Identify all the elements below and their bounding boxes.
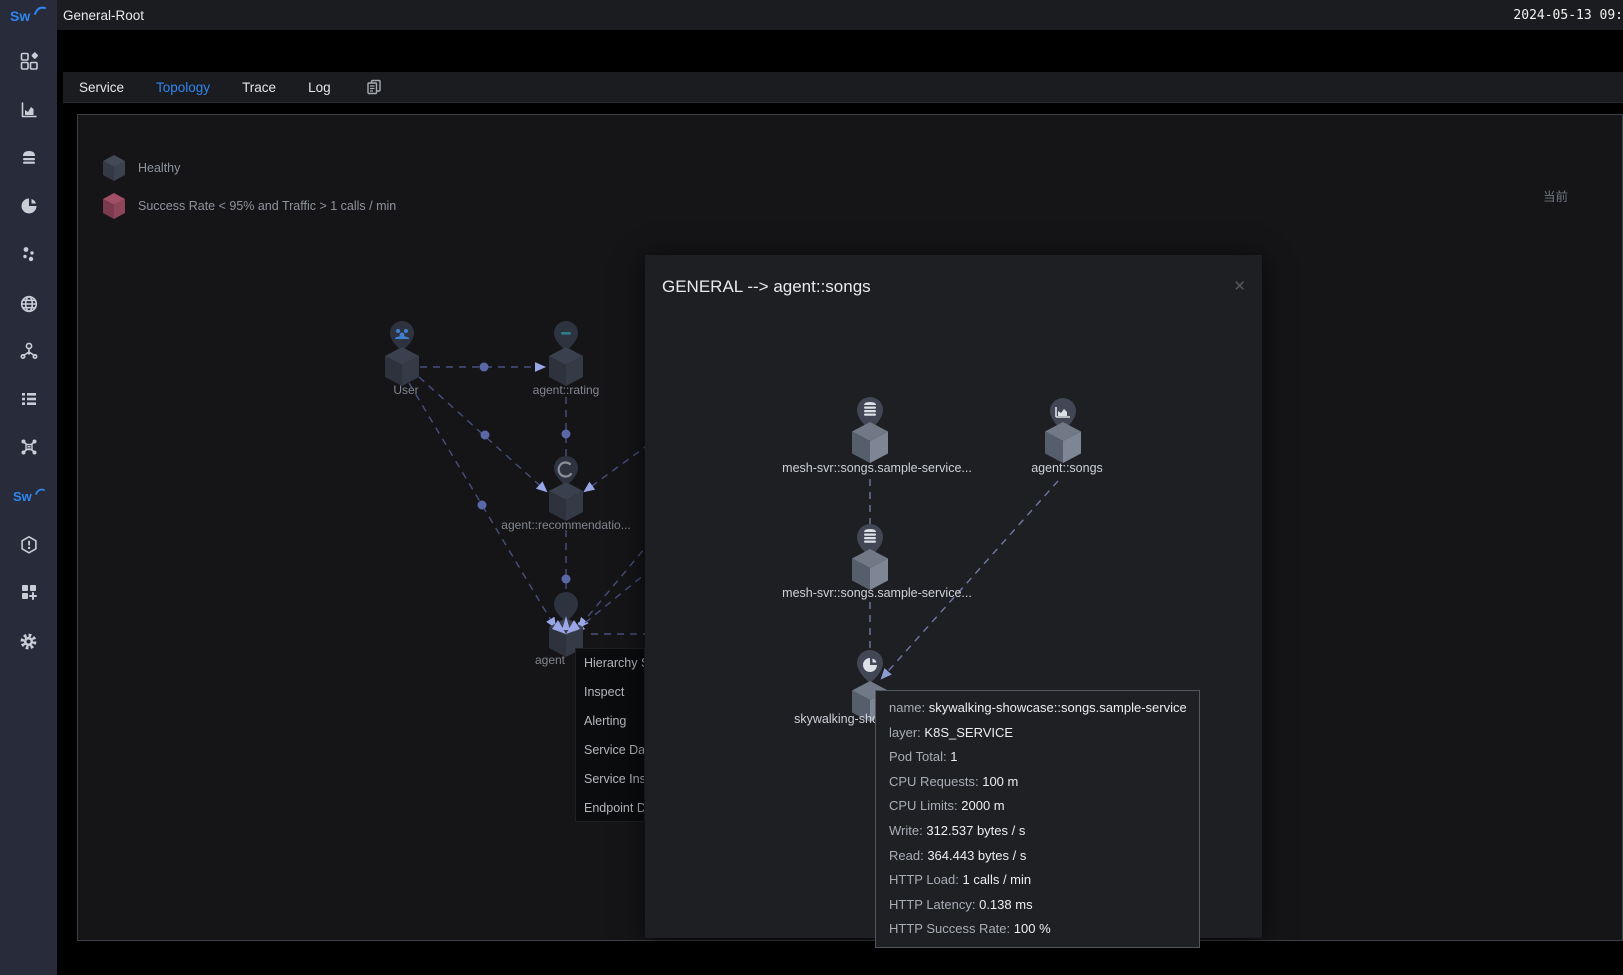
alert-cube-icon <box>102 192 126 220</box>
sidebar-item-database[interactable] <box>0 140 57 174</box>
sidebar-item-service-mesh[interactable] <box>0 430 57 464</box>
tab-trace[interactable]: Trace <box>242 80 276 95</box>
legend-healthy: Healthy <box>102 154 180 182</box>
sidebar-item-skywalking[interactable]: Sw <box>0 479 57 513</box>
sidebar-item-list[interactable] <box>0 382 57 416</box>
logo-text: Sw <box>10 8 30 24</box>
tooltip-row: Read: 364.443 bytes / s <box>889 844 1186 869</box>
app-logo[interactable]: Sw <box>8 4 50 28</box>
menu-item-hierarchy[interactable]: Hierarchy Se <box>576 649 644 678</box>
time-range-display[interactable]: 2024-05-13 09: <box>1513 8 1623 23</box>
tab-bar: Service Topology Trace Log <box>63 72 1623 103</box>
tooltip-row: HTTP Success Rate: 100 % <box>889 917 1186 942</box>
skywalking-self-icon: Sw <box>12 486 46 506</box>
sidebar-item-widgets[interactable] <box>0 575 57 609</box>
documents-icon[interactable] <box>365 78 383 96</box>
modal-node-mesh-svr-1-label: mesh-svr::songs.sample-service... <box>782 461 972 475</box>
node-agent-recommendation[interactable] <box>554 456 578 486</box>
tooltip-row: layer: K8S_SERVICE <box>889 721 1186 746</box>
menu-item-endpoint[interactable]: Endpoint Da <box>576 794 644 822</box>
skywalking-logo-icon: Sw <box>8 4 50 28</box>
modal-node-skywalking-showcase[interactable] <box>857 650 883 683</box>
globe-icon <box>19 294 39 314</box>
legend-alert: Success Rate < 95% and Traffic > 1 calls… <box>102 192 396 220</box>
modal-node-agent-songs-label: agent::songs <box>1031 461 1103 475</box>
service-mesh-icon <box>18 436 40 458</box>
tab-topology[interactable]: Topology <box>156 80 210 95</box>
page-title: General-Root <box>63 8 144 23</box>
sidebar-item-pie[interactable] <box>0 189 57 223</box>
scatter-dots-icon <box>19 244 39 264</box>
modal-node-mesh-svr-2-label: mesh-svr::songs.sample-service... <box>782 586 972 600</box>
node-tooltip: name: skywalking-showcase::songs.sample-… <box>875 690 1200 948</box>
tooltip-row: name: skywalking-showcase::songs.sample-… <box>889 696 1186 721</box>
node-agent-songs-label: agent <box>535 653 566 667</box>
context-menu: Hierarchy Se Inspect Alerting Service Da… <box>575 648 645 822</box>
sidebar-item-dashboard[interactable] <box>0 44 57 78</box>
sidebar-item-alerting[interactable] <box>0 528 57 562</box>
healthy-cube-icon <box>102 154 126 182</box>
tooltip-row: Write: 312.537 bytes / s <box>889 819 1186 844</box>
sidebar-item-kubernetes[interactable] <box>0 334 57 368</box>
tooltip-row: HTTP Latency: 0.138 ms <box>889 893 1186 918</box>
tooltip-row: HTTP Load: 1 calls / min <box>889 868 1186 893</box>
sidebar-item-settings[interactable] <box>0 624 57 658</box>
node-agent-rating-label: agent::rating <box>533 383 600 397</box>
node-user-label: User <box>393 383 418 397</box>
legend-healthy-label: Healthy <box>138 161 180 175</box>
tooltip-row: Pod Total: 1 <box>889 745 1186 770</box>
header-bar: General-Root 2024-05-13 09: <box>57 0 1623 30</box>
menu-item-alerting[interactable]: Alerting <box>576 707 644 736</box>
tooltip-row: CPU Requests: 100 m <box>889 770 1186 795</box>
sidebar: Sw <box>0 0 57 975</box>
dashboard-icon <box>19 51 39 71</box>
shield-alert-icon <box>19 535 39 555</box>
database-icon <box>19 147 39 167</box>
pie-chart-icon <box>19 196 39 216</box>
widgets-plus-icon <box>19 582 39 602</box>
sidebar-item-metrics[interactable] <box>0 93 57 127</box>
sidebar-item-sampling[interactable] <box>0 237 57 271</box>
node-agent-rating[interactable] <box>554 321 578 351</box>
sidebar-item-browser[interactable] <box>0 287 57 321</box>
menu-item-service-instance[interactable]: Service Insta <box>576 765 644 794</box>
tab-service[interactable]: Service <box>79 80 124 95</box>
node-agent-recommendation-label: agent::recommendatio... <box>501 518 630 532</box>
kubernetes-icon <box>18 340 40 362</box>
settings-gear-icon <box>18 631 39 652</box>
current-topology-label: 当前 <box>1543 186 1568 205</box>
svg-text:Sw: Sw <box>13 489 33 504</box>
list-icon <box>19 389 39 409</box>
node-user[interactable] <box>390 321 414 351</box>
legend-alert-label: Success Rate < 95% and Traffic > 1 calls… <box>138 199 396 213</box>
tab-log[interactable]: Log <box>308 80 331 95</box>
menu-item-inspect[interactable]: Inspect <box>576 678 644 707</box>
tooltip-row: CPU Limits: 2000 m <box>889 794 1186 819</box>
modal-edges <box>870 479 1058 678</box>
bar-chart-icon <box>19 100 39 120</box>
menu-item-service-dashboard[interactable]: Service Das <box>576 736 644 765</box>
